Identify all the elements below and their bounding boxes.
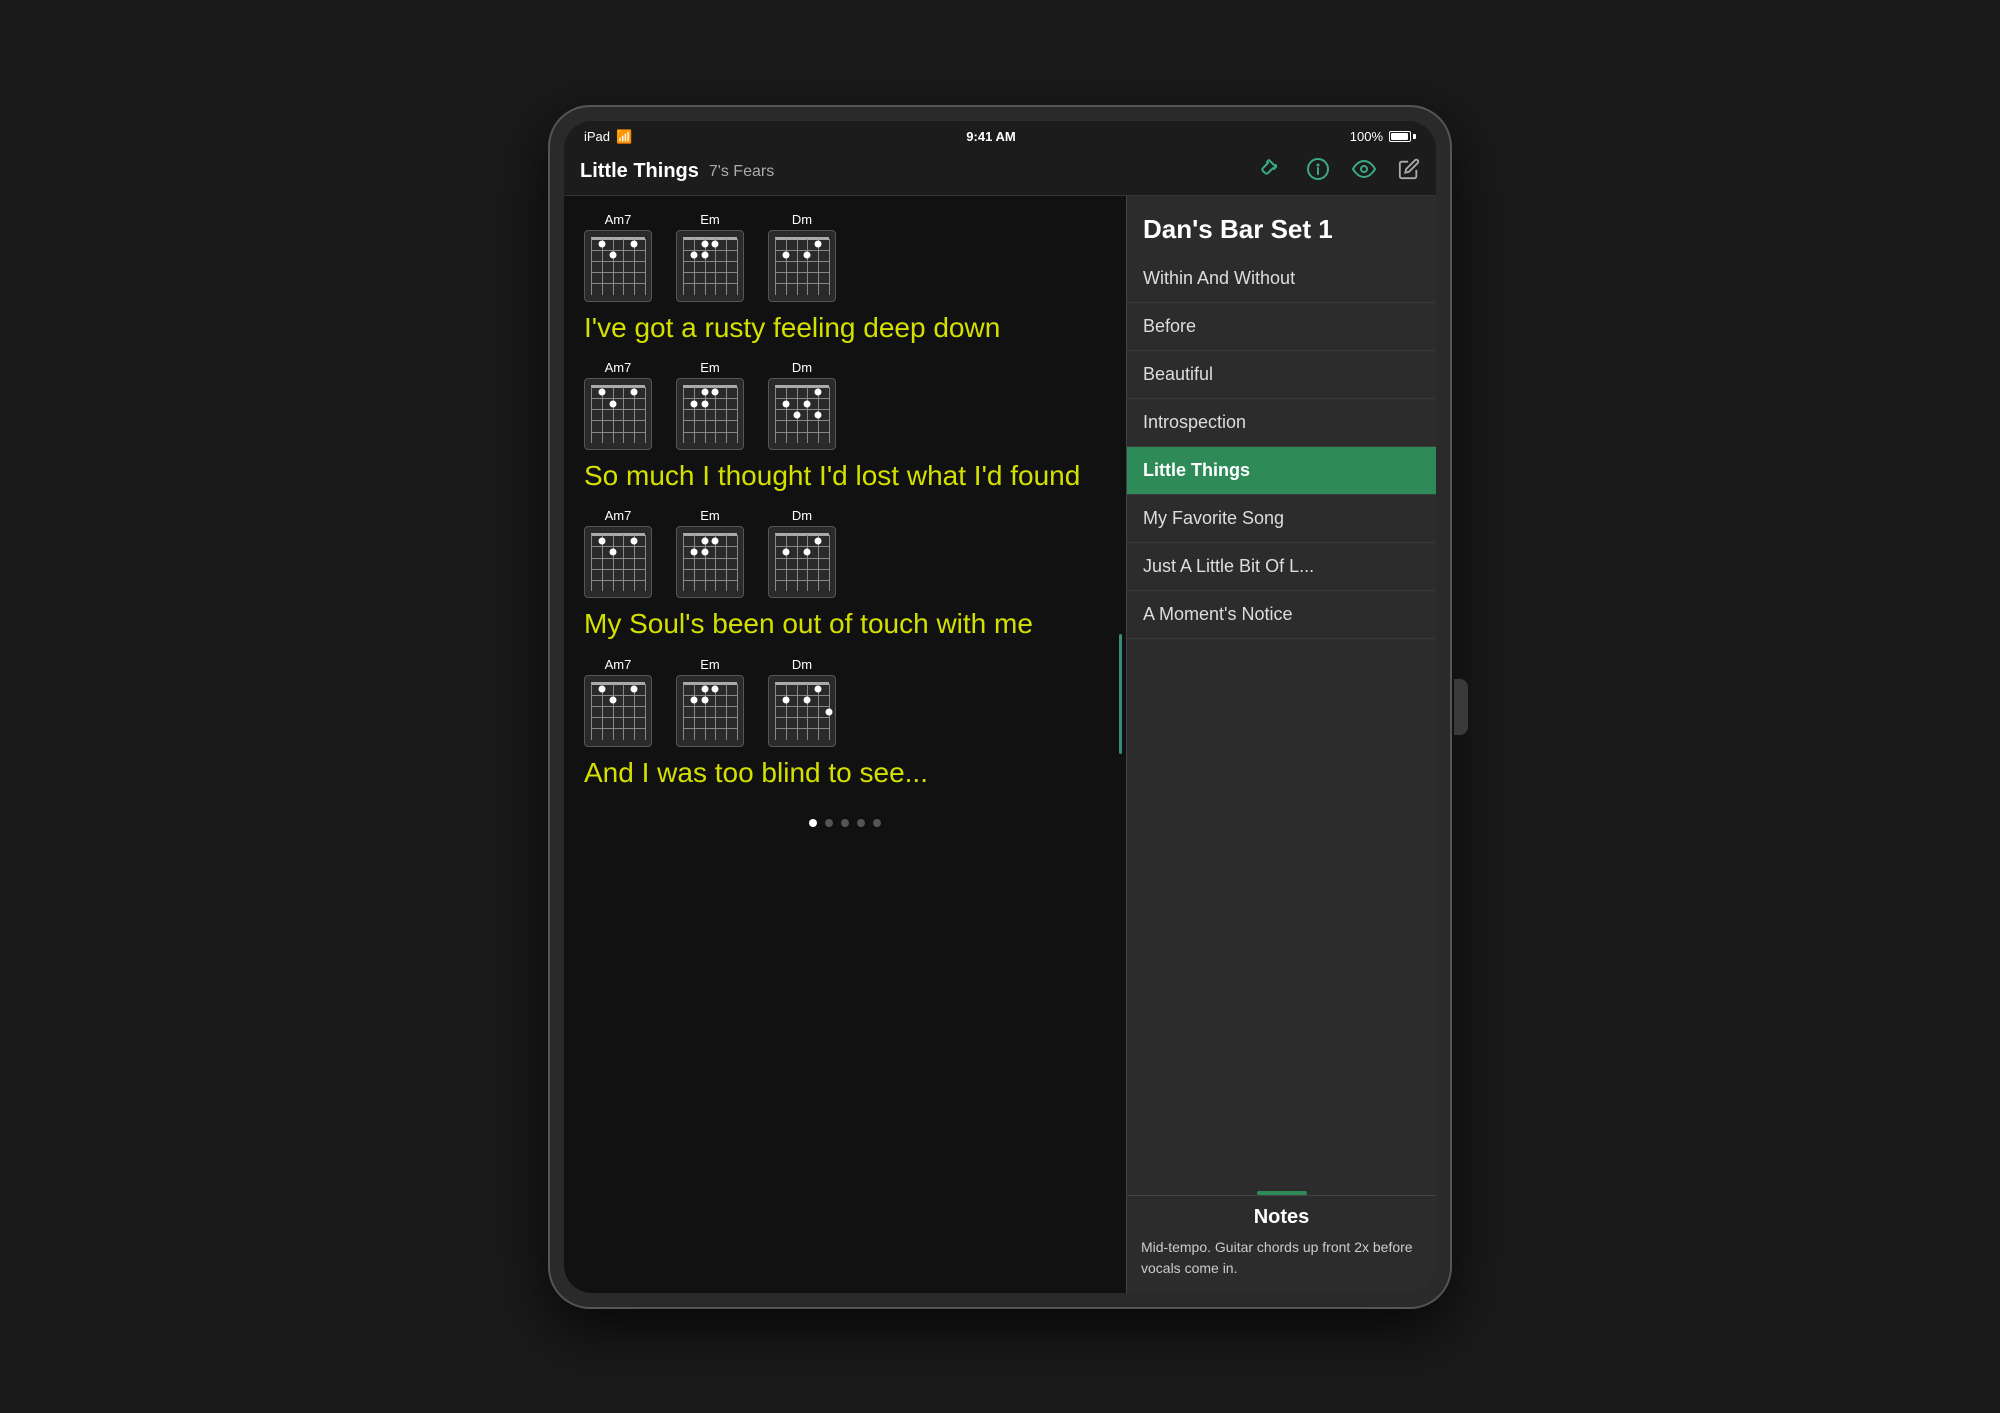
sidebar-item-introspection[interactable]: Introspection bbox=[1127, 399, 1436, 447]
side-knob bbox=[1454, 679, 1468, 735]
chord-em-1: Em bbox=[676, 212, 744, 302]
sidebar-item-little-things[interactable]: Little Things bbox=[1127, 447, 1436, 495]
status-left: iPad 📶 bbox=[584, 129, 632, 145]
chord-am7-3: Am7 bbox=[584, 508, 652, 598]
lyric-3: My Soul's been out of touch with me bbox=[584, 606, 1106, 642]
page-dots bbox=[584, 805, 1106, 835]
info-icon[interactable] bbox=[1306, 157, 1330, 187]
song-view[interactable]: Am7 bbox=[564, 196, 1126, 1293]
chord-dm-1: Dm bbox=[768, 212, 836, 302]
status-bar: iPad 📶 9:41 AM 100% bbox=[564, 121, 1436, 153]
song-title: Little Things bbox=[580, 160, 699, 183]
chord-am7-2: Am7 bbox=[584, 360, 652, 450]
sidebar-header: Dan's Bar Set 1 bbox=[1127, 196, 1436, 255]
battery-percent-label: 100% bbox=[1350, 129, 1383, 144]
scroll-indicator bbox=[1119, 634, 1122, 754]
song-subtitle: 7's Fears bbox=[709, 163, 774, 181]
lyric-1: I've got a rusty feeling deep down bbox=[584, 310, 1106, 346]
sidebar-item-my-favorite-song[interactable]: My Favorite Song bbox=[1127, 495, 1436, 543]
lyric-2: So much I thought I'd lost what I'd foun… bbox=[584, 458, 1106, 494]
chord-dm-4: Dm bbox=[768, 657, 836, 747]
pencil-icon[interactable] bbox=[1398, 158, 1420, 186]
ipad-frame: iPad 📶 9:41 AM 100% Little Things 7's Fe… bbox=[550, 107, 1450, 1307]
sidebar-item-within-and-without[interactable]: Within And Without bbox=[1127, 255, 1436, 303]
sidebar-item-just-a-little-bit[interactable]: Just A Little Bit Of L... bbox=[1127, 543, 1436, 591]
page-dot-4[interactable] bbox=[857, 819, 865, 827]
main-content: Am7 bbox=[564, 196, 1436, 1293]
lyric-4: And I was too blind to see... bbox=[584, 755, 1106, 791]
chord-em-3: Em bbox=[676, 508, 744, 598]
chord-row-4: Am7 bbox=[584, 657, 1106, 747]
page-dot-3[interactable] bbox=[841, 819, 849, 827]
battery-indicator bbox=[1389, 131, 1416, 142]
toolbar-icons bbox=[1260, 157, 1420, 187]
chord-row-3: Am7 bbox=[584, 508, 1106, 598]
chord-am7-1: Am7 bbox=[584, 212, 652, 302]
ipad-label: iPad bbox=[584, 129, 610, 144]
sidebar-item-beautiful[interactable]: Beautiful bbox=[1127, 351, 1436, 399]
sidebar: Dan's Bar Set 1 Within And Without Befor… bbox=[1126, 196, 1436, 1293]
sidebar-item-a-moments-notice[interactable]: A Moment's Notice bbox=[1127, 591, 1436, 639]
sidebar-list: Within And Without Before Beautiful Intr… bbox=[1127, 255, 1436, 1185]
wifi-icon: 📶 bbox=[616, 129, 632, 145]
sidebar-item-before[interactable]: Before bbox=[1127, 303, 1436, 351]
chord-row-2: Am7 bbox=[584, 360, 1106, 450]
chord-am7-4: Am7 bbox=[584, 657, 652, 747]
status-right: 100% bbox=[1350, 129, 1416, 144]
chord-dm-2: Dm bbox=[768, 360, 836, 450]
chord-dm-3: Dm bbox=[768, 508, 836, 598]
notes-text: Mid-tempo. Guitar chords up front 2x bef… bbox=[1141, 1237, 1422, 1279]
chord-row-1: Am7 bbox=[584, 212, 1106, 302]
toolbar: Little Things 7's Fears bbox=[564, 153, 1436, 196]
guitar-icon[interactable] bbox=[1260, 157, 1284, 187]
page-dot-5[interactable] bbox=[873, 819, 881, 827]
chord-em-2: Em bbox=[676, 360, 744, 450]
chord-em-4: Em bbox=[676, 657, 744, 747]
eye-icon[interactable] bbox=[1352, 157, 1376, 187]
notes-section: Notes Mid-tempo. Guitar chords up front … bbox=[1127, 1195, 1436, 1293]
page-dot-1[interactable] bbox=[809, 819, 817, 827]
notes-title: Notes bbox=[1141, 1206, 1422, 1229]
ipad-screen: iPad 📶 9:41 AM 100% Little Things 7's Fe… bbox=[564, 121, 1436, 1293]
page-dot-2[interactable] bbox=[825, 819, 833, 827]
status-time: 9:41 AM bbox=[966, 129, 1015, 144]
